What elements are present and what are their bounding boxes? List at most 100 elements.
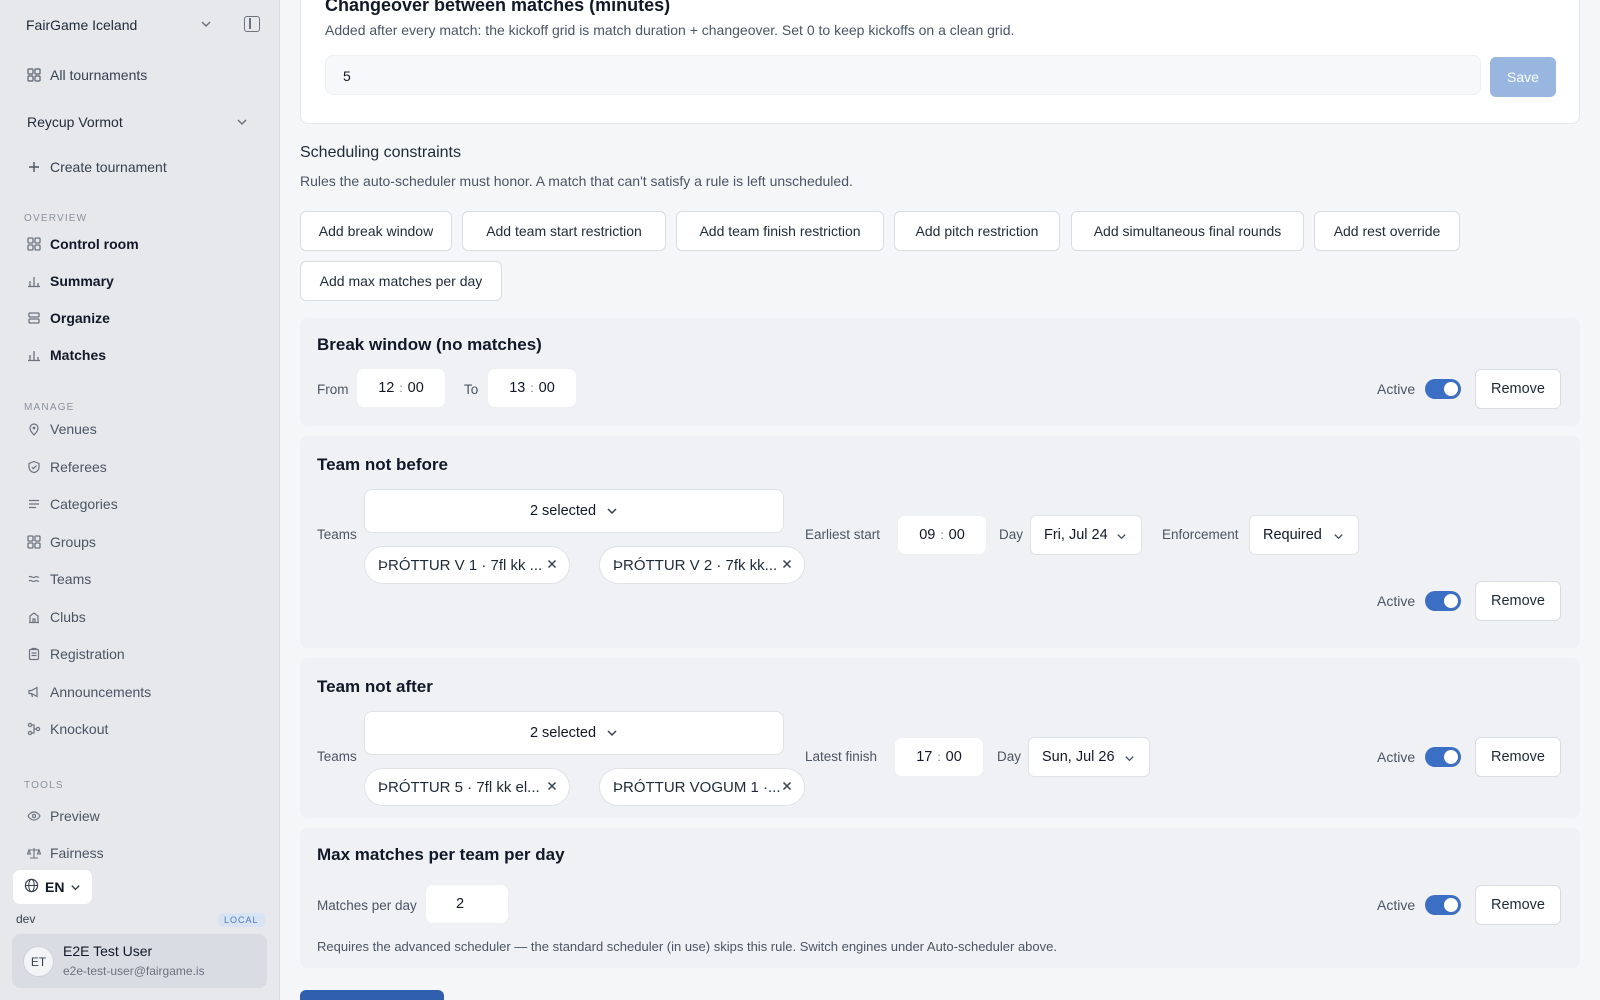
day-select[interactable]: Sun, Jul 26 — [1028, 737, 1150, 777]
add-max-matches-per-day-button[interactable]: Add max matches per day — [300, 261, 502, 301]
team-chip-label: ÞRÓTTUR V 1 · 7fl kk ... — [378, 556, 543, 574]
section-label-overview: OVERVIEW — [24, 213, 88, 224]
add-pitch-restriction-button[interactable]: Add pitch restriction — [894, 211, 1060, 251]
break-window-constraint: Break window (no matches) From 12:00 To … — [300, 318, 1580, 426]
create-tournament-button[interactable]: Create tournament — [0, 154, 280, 180]
remove-button[interactable]: Remove — [1475, 737, 1561, 777]
close-icon[interactable] — [780, 557, 794, 575]
team-chip-label: ÞRÓTTUR 5 · 7fl kk el... — [378, 778, 540, 796]
chevron-down-icon — [1116, 531, 1127, 542]
sidebar-item-announcements[interactable]: Announcements — [0, 679, 280, 705]
add-rest-override-button[interactable]: Add rest override — [1314, 211, 1460, 251]
add-break-window-button[interactable]: Add break window — [300, 211, 452, 251]
team-not-after-title: Team not after — [317, 677, 433, 696]
org-switcher[interactable]: FairGame Iceland — [0, 12, 280, 38]
latest-finish-input[interactable]: 17:00 — [894, 737, 984, 777]
user-email: e2e-test-user@fairgame.is — [63, 964, 205, 978]
remove-button[interactable]: Remove — [1475, 581, 1561, 621]
environment-label: dev — [16, 912, 36, 926]
from-hour[interactable]: 12 — [378, 380, 394, 396]
active-label: Active — [1377, 897, 1416, 913]
to-minute[interactable]: 00 — [539, 380, 555, 396]
latest-minute[interactable]: 00 — [946, 749, 962, 765]
earliest-start-input[interactable]: 09:00 — [897, 515, 987, 555]
sidebar-item-label: Control room — [50, 236, 139, 252]
active-toggle[interactable] — [1425, 591, 1461, 611]
section-label-tools: TOOLS — [24, 780, 64, 791]
add-team-start-restriction-button[interactable]: Add team start restriction — [462, 211, 666, 251]
active-toggle[interactable] — [1425, 895, 1461, 915]
advanced-scheduler-note: Requires the advanced scheduler — the st… — [317, 939, 1057, 954]
sidebar-item-label: Matches — [50, 347, 107, 363]
sidebar-item-teams[interactable]: Teams — [0, 566, 280, 592]
remove-button[interactable]: Remove — [1475, 369, 1561, 409]
language-selector[interactable]: EN — [12, 869, 93, 905]
tournament-switcher[interactable]: Reycup Vormot — [0, 109, 280, 135]
add-simultaneous-final-rounds-button[interactable]: Add simultaneous final rounds — [1071, 211, 1304, 251]
close-icon[interactable] — [545, 557, 559, 575]
sidebar-item-preview[interactable]: Preview — [0, 803, 280, 829]
from-minute[interactable]: 00 — [408, 380, 424, 396]
user-menu[interactable]: ET E2E Test User e2e-test-user@fairgame.… — [12, 934, 267, 988]
sidebar-item-label: Categories — [50, 496, 118, 512]
sidebar-item-matches[interactable]: Matches — [0, 342, 280, 368]
from-time-input[interactable]: 12:00 — [356, 368, 446, 408]
sidebar-item-control-room[interactable]: Control room — [0, 231, 280, 257]
close-icon[interactable] — [545, 779, 559, 797]
save-button[interactable]: Save — [1490, 57, 1556, 97]
sidebar-toggle-icon[interactable] — [244, 16, 260, 32]
sidebar-item-label: Preview — [50, 808, 100, 824]
changeover-input[interactable]: 5 — [325, 55, 1481, 95]
chevron-down-icon — [1333, 531, 1344, 542]
sidebar-item-fairness[interactable]: Fairness — [0, 840, 280, 866]
close-icon[interactable] — [780, 779, 794, 797]
primary-action-button[interactable] — [300, 990, 444, 1000]
sidebar-item-label: Clubs — [50, 608, 86, 625]
chevron-down-icon — [200, 18, 212, 30]
add-team-finish-restriction-button[interactable]: Add team finish restriction — [676, 211, 884, 251]
remove-button[interactable]: Remove — [1475, 885, 1561, 925]
active-toggle[interactable] — [1425, 747, 1461, 767]
sidebar-item-registration[interactable]: Registration — [0, 641, 280, 667]
team-chip: ÞRÓTTUR 5 · 7fl kk el... — [364, 768, 570, 806]
earliest-minute[interactable]: 00 — [949, 527, 965, 543]
sidebar-item-referees[interactable]: Referees — [0, 454, 280, 480]
sidebar-item-label: Referees — [50, 458, 107, 475]
language-label: EN — [45, 879, 65, 895]
matches-per-day-input[interactable]: 2 — [425, 884, 509, 924]
sidebar-item-groups[interactable]: Groups — [0, 529, 280, 555]
teams-multiselect[interactable]: 2 selected — [364, 711, 784, 755]
earliest-start-label: Earliest start — [805, 527, 881, 542]
sidebar-item-all-tournaments[interactable]: All tournaments — [0, 62, 280, 88]
megaphone-icon — [26, 684, 42, 700]
max-matches-constraint: Max matches per team per day Matches per… — [300, 828, 1580, 968]
section-label-manage: MANAGE — [24, 402, 75, 413]
day-select[interactable]: Fri, Jul 24 — [1030, 515, 1142, 555]
teams-label: Teams — [317, 527, 357, 542]
to-time-input[interactable]: 13:00 — [487, 368, 577, 408]
enforcement-value: Required — [1263, 527, 1322, 543]
day-value: Fri, Jul 24 — [1044, 527, 1108, 543]
chevron-down-icon — [1124, 753, 1135, 764]
team-chip: ÞRÓTTUR V 2 · 7fk kk... — [599, 546, 805, 584]
sidebar-item-venues[interactable]: Venues — [0, 416, 280, 442]
latest-finish-label: Latest finish — [805, 749, 878, 764]
enforcement-select[interactable]: Required — [1249, 515, 1359, 555]
day-value: Sun, Jul 26 — [1042, 749, 1115, 765]
sidebar-item-summary[interactable]: Summary — [0, 268, 280, 294]
active-toggle[interactable] — [1425, 379, 1461, 399]
sidebar-item-label: All tournaments — [50, 67, 148, 83]
earliest-hour[interactable]: 09 — [919, 527, 935, 543]
to-hour[interactable]: 13 — [509, 380, 525, 396]
sidebar-item-clubs[interactable]: Clubs — [0, 604, 280, 630]
sidebar-item-organize[interactable]: Organize — [0, 305, 280, 331]
to-label: To — [464, 382, 479, 397]
sidebar-item-knockout[interactable]: Knockout — [0, 716, 280, 742]
sidebar-item-categories[interactable]: Categories — [0, 491, 280, 517]
latest-hour[interactable]: 17 — [916, 749, 932, 765]
break-window-title: Break window (no matches) — [317, 335, 542, 354]
create-tournament-label: Create tournament — [50, 159, 167, 175]
list-icon — [26, 496, 42, 512]
teams-multiselect[interactable]: 2 selected — [364, 489, 784, 533]
chevron-down-icon — [606, 727, 618, 739]
